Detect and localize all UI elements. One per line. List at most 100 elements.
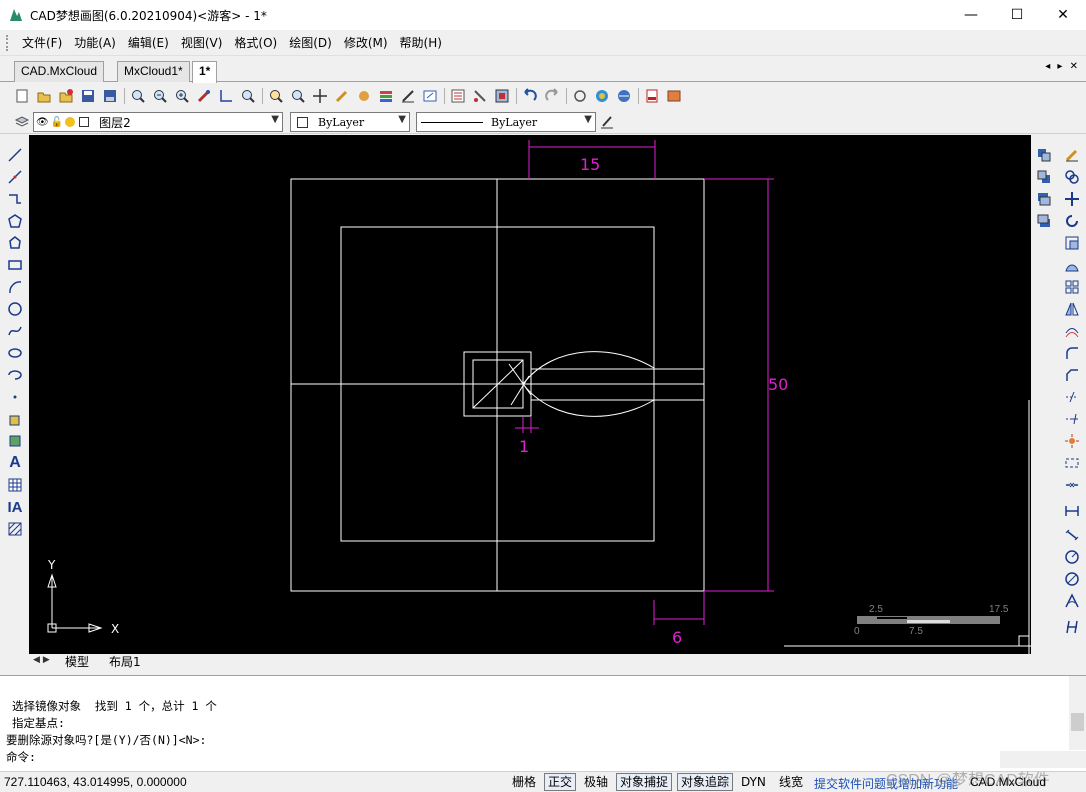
send-under-icon[interactable] (1034, 211, 1054, 231)
insert-block-icon[interactable] (5, 409, 25, 429)
construction-line-icon[interactable] (5, 167, 25, 187)
save-as-icon[interactable] (101, 87, 119, 105)
stretch-icon[interactable] (1062, 255, 1082, 275)
ellipse-icon[interactable] (5, 343, 25, 363)
open-file-icon[interactable] (35, 87, 53, 105)
menu-function[interactable]: 功能(A) (68, 32, 122, 54)
extend-icon[interactable] (1062, 409, 1082, 429)
text-icon[interactable]: A (5, 453, 25, 473)
move-view-icon[interactable] (311, 87, 329, 105)
close-button[interactable]: ✕ (1040, 0, 1086, 30)
scale-icon[interactable] (1062, 233, 1082, 253)
tab-cad-mxcloud[interactable]: CAD.MxCloud (14, 61, 105, 82)
pan-icon[interactable] (195, 87, 213, 105)
properties-icon[interactable] (449, 87, 467, 105)
make-block-icon[interactable] (5, 431, 25, 451)
angular-dimension-icon[interactable] (1062, 591, 1082, 611)
trim-icon[interactable] (1062, 387, 1082, 407)
tab-model[interactable]: 模型 (65, 654, 89, 671)
pencil-icon[interactable] (333, 87, 351, 105)
spline-icon[interactable] (5, 321, 25, 341)
offset-icon[interactable] (1062, 321, 1082, 341)
linear-dimension-icon[interactable] (1062, 501, 1082, 521)
layer-lock-icon[interactable]: 🔓 (51, 117, 63, 128)
share-icon[interactable] (571, 87, 589, 105)
ellipse-arc-icon[interactable] (5, 365, 25, 385)
hatch-icon[interactable] (5, 519, 25, 539)
fillet-icon[interactable] (1062, 343, 1082, 363)
design-center-icon[interactable] (493, 87, 511, 105)
zoom-extents-icon[interactable] (239, 87, 257, 105)
menu-file[interactable]: 文件(F) (16, 32, 68, 54)
image-export-icon[interactable] (665, 87, 683, 105)
mirror-icon[interactable] (1062, 299, 1082, 319)
layer-dropdown[interactable]: 👁 🔓 图层2 ▼ (33, 112, 283, 132)
chevron-down-icon[interactable]: ▼ (584, 114, 592, 125)
zoom-scale-icon[interactable] (289, 87, 307, 105)
hexagon-icon[interactable] (5, 233, 25, 253)
export-icon[interactable] (421, 87, 439, 105)
bring-to-front-icon[interactable] (1034, 145, 1054, 165)
circle-icon[interactable] (5, 299, 25, 319)
dyn-toggle[interactable]: DYN (737, 773, 770, 791)
tab-navigation[interactable]: ◂ ▸ ✕ (1045, 61, 1080, 72)
radius-dimension-icon[interactable] (1062, 547, 1082, 567)
chevron-down-icon[interactable]: ▼ (271, 114, 279, 125)
brand-label[interactable]: CAD.MxCloud (970, 775, 1046, 789)
command-prompt[interactable]: 命令: (6, 749, 36, 765)
continue-dimension-icon[interactable] (1062, 617, 1082, 637)
chevron-down-icon[interactable]: ▼ (398, 114, 406, 125)
polar-toggle[interactable]: 极轴 (580, 773, 612, 791)
table-icon[interactable] (5, 475, 25, 495)
bring-above-icon[interactable] (1034, 189, 1054, 209)
polyline-icon[interactable] (5, 189, 25, 209)
explode-icon[interactable] (1062, 431, 1082, 451)
redo-icon[interactable] (543, 87, 561, 105)
tool-palette-icon[interactable] (471, 87, 489, 105)
move-icon[interactable] (1062, 189, 1082, 209)
menu-format[interactable]: 格式(O) (228, 32, 283, 54)
maximize-button[interactable]: ☐ (994, 0, 1040, 30)
rotate-icon[interactable] (1062, 211, 1082, 231)
layout-nav-arrows[interactable]: ◀▶ (33, 655, 53, 665)
zoom-in-icon[interactable] (173, 87, 191, 105)
polygon-icon[interactable] (5, 211, 25, 231)
erase-icon[interactable] (1062, 145, 1082, 165)
join-icon[interactable] (1062, 475, 1082, 495)
rectangle-icon[interactable] (5, 255, 25, 275)
tab-mxcloud1[interactable]: MxCloud1* (117, 61, 190, 82)
cloud-icon[interactable] (593, 87, 611, 105)
menu-edit[interactable]: 编辑(E) (122, 32, 175, 54)
chamfer-icon[interactable] (1062, 365, 1082, 385)
osnap-toggle[interactable]: 对象捕捉 (616, 773, 673, 791)
point-icon[interactable] (5, 387, 25, 407)
copy-icon[interactable] (1062, 167, 1082, 187)
match-properties-icon[interactable] (355, 87, 373, 105)
array-icon[interactable] (1062, 277, 1082, 297)
zoom-previous-icon[interactable] (267, 87, 285, 105)
undo-icon[interactable] (521, 87, 539, 105)
color-dropdown[interactable]: ByLayer ▼ (290, 112, 410, 132)
zoom-window-icon[interactable] (151, 87, 169, 105)
menu-draw[interactable]: 绘图(D) (283, 32, 338, 54)
menu-view[interactable]: 视图(V) (175, 32, 229, 54)
send-to-back-icon[interactable] (1034, 167, 1054, 187)
new-file-icon[interactable] (13, 87, 31, 105)
line-icon[interactable] (5, 145, 25, 165)
menu-grip[interactable] (6, 34, 10, 51)
otrack-toggle[interactable]: 对象追踪 (677, 773, 734, 791)
open-template-icon[interactable] (57, 87, 75, 105)
layer-visible-icon[interactable]: 👁 (36, 117, 49, 128)
tab-layout1[interactable]: 布局1 (109, 654, 141, 671)
menu-help[interactable]: 帮助(H) (394, 32, 448, 54)
web-icon[interactable] (615, 87, 633, 105)
pdf-icon[interactable] (643, 87, 661, 105)
save-icon[interactable] (79, 87, 97, 105)
multiline-text-icon[interactable]: IA (5, 497, 25, 517)
layer-sun-icon[interactable] (65, 117, 76, 127)
ucs-icon[interactable] (217, 87, 235, 105)
drawing-canvas[interactable]: 15 50 1 6 2.5 17.5 0 7.5 Y X (29, 135, 1031, 654)
linetype-dropdown[interactable]: ByLayer ▼ (416, 112, 596, 132)
break-icon[interactable] (1062, 453, 1082, 473)
ortho-toggle[interactable]: 正交 (544, 773, 577, 791)
